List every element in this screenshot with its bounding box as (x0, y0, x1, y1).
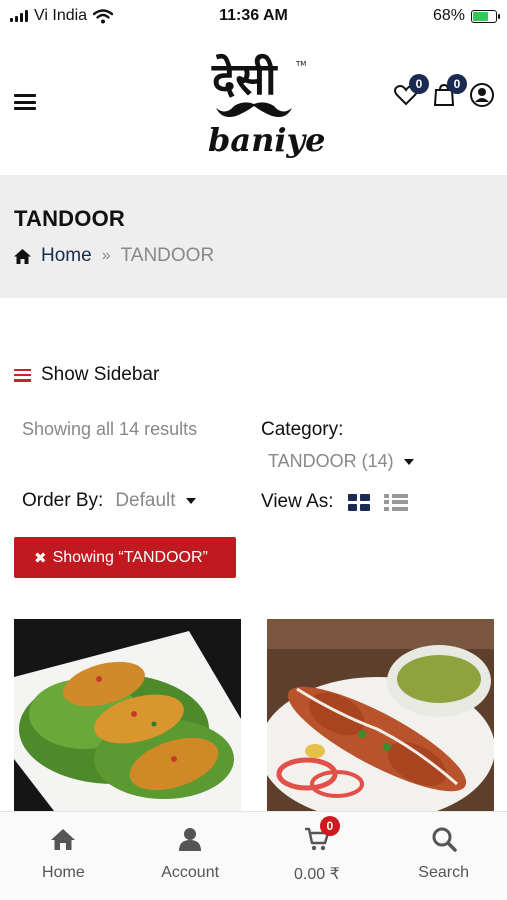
nav-search-label: Search (418, 864, 469, 881)
status-left: Vi India (10, 7, 114, 25)
chevron-down-icon (185, 498, 196, 504)
category-value: TANDOOR (14) (268, 451, 394, 471)
view-as-label: View As: (261, 491, 334, 512)
menu-lines-icon (14, 368, 31, 382)
battery-icon (471, 9, 500, 23)
nav-cart-label: 0.00 ₹ (293, 866, 340, 883)
home-icon (14, 248, 31, 264)
category-select[interactable]: TANDOOR (14) (268, 451, 414, 472)
view-as: View As: (261, 491, 408, 513)
wishlist-button[interactable]: 0 (393, 74, 429, 108)
cart-count-badge: 0 (319, 816, 340, 836)
user-icon (470, 83, 494, 107)
header-actions: 0 0 (393, 74, 495, 108)
order-by-value: Default (115, 490, 176, 511)
page-header-band: TANDOOR Home » TANDOOR (0, 175, 507, 298)
product-image (267, 619, 494, 811)
order-by-select[interactable]: Default (115, 490, 196, 512)
nav-account[interactable]: Account (127, 812, 254, 900)
product-card-image[interactable] (267, 619, 494, 811)
chevron-down-icon (403, 458, 414, 465)
product-card-image[interactable] (14, 619, 241, 811)
logo-text-top: देसी (211, 53, 278, 105)
breadcrumb-home-label: Home (41, 245, 92, 266)
search-icon (432, 827, 457, 852)
close-icon: ✖ (34, 549, 47, 567)
show-sidebar-label: Show Sidebar (41, 364, 160, 385)
wishlist-count-badge: 0 (409, 74, 429, 94)
show-sidebar-button[interactable]: Show Sidebar (14, 364, 159, 386)
category-label: Category: (261, 419, 344, 440)
signal-icon (10, 10, 28, 22)
bag-button[interactable]: 0 (431, 74, 467, 108)
desi-baniye-logo[interactable]: देसी TM baniye (196, 44, 326, 159)
account-button[interactable] (469, 82, 495, 108)
cart-icon-wrap: 0 (304, 816, 340, 852)
active-filter-chip[interactable]: ✖ Showing “TANDOOR” (14, 537, 236, 578)
logo-tm: TM (295, 60, 306, 68)
order-by: Order By: Default (22, 490, 196, 512)
status-right: 68% (432, 7, 500, 25)
user-icon (179, 828, 202, 851)
nav-home[interactable]: Home (0, 812, 127, 900)
bottom-nav: Home Account 0 0.00 ₹ Search (0, 811, 507, 900)
home-icon (51, 829, 76, 850)
nav-home-label: Home (42, 864, 85, 881)
page-title: TANDOOR (14, 206, 125, 231)
battery-fill (473, 11, 488, 21)
battery-percent: 68% (432, 7, 465, 24)
results-count: Showing all 14 results (22, 419, 198, 439)
breadcrumb: Home » TANDOOR (14, 245, 214, 267)
menu-icon[interactable] (14, 94, 36, 110)
bag-count-badge: 0 (447, 74, 467, 94)
logo-text-bottom: baniye (208, 121, 325, 159)
list-view-icon[interactable] (383, 493, 408, 511)
status-bar: Vi India 11:36 AM 68% (0, 0, 507, 32)
order-by-label: Order By: (22, 490, 104, 511)
grid-view-icon[interactable] (347, 493, 370, 511)
site-header: देसी TM baniye 0 0 (0, 32, 507, 175)
nav-account-label: Account (161, 864, 220, 881)
product-image (14, 619, 241, 811)
wifi-icon (93, 8, 114, 23)
breadcrumb-separator: » (101, 247, 111, 264)
carrier-name: Vi India (34, 7, 88, 24)
active-filter-label: Showing “TANDOOR” (52, 548, 208, 566)
breadcrumb-current: TANDOOR (120, 245, 215, 266)
nav-cart[interactable]: 0 0.00 ₹ (254, 812, 381, 900)
nav-search[interactable]: Search (380, 812, 507, 900)
breadcrumb-home-link[interactable]: Home (14, 245, 92, 267)
